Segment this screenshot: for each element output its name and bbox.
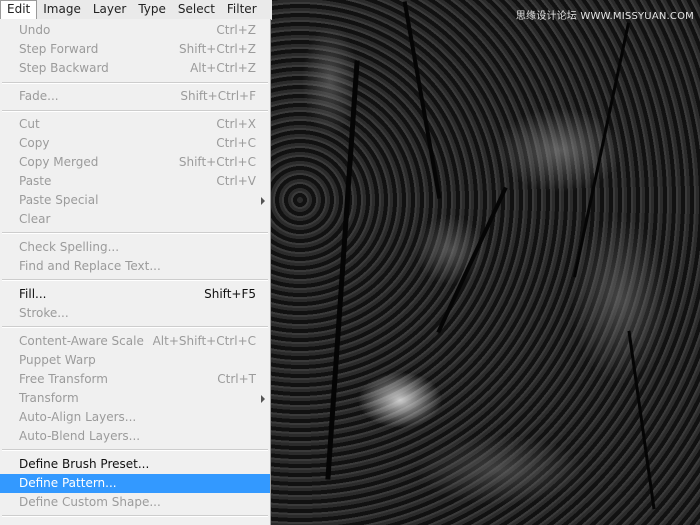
menu-item-label: Check Spelling... bbox=[19, 240, 120, 254]
menu-item-label: Transform bbox=[19, 391, 79, 405]
menu-item-label: Clear bbox=[19, 212, 51, 226]
menu-layer[interactable]: Layer bbox=[87, 0, 132, 19]
menu-item-shortcut: Shift+Ctrl+Z bbox=[179, 42, 256, 56]
menu-item-define-brush-preset[interactable]: Define Brush Preset... bbox=[0, 455, 270, 474]
texture-crack bbox=[402, 1, 442, 199]
menu-bar: Edit Image Layer Type Select Filter bbox=[0, 0, 272, 20]
menu-item-find-replace[interactable]: Find and Replace Text... bbox=[0, 257, 270, 276]
menu-separator bbox=[2, 110, 268, 112]
menu-image[interactable]: Image bbox=[37, 0, 87, 19]
menu-item-undo[interactable]: Undo Ctrl+Z bbox=[0, 21, 270, 40]
menu-separator bbox=[2, 279, 268, 281]
menu-separator bbox=[2, 82, 268, 84]
menu-select[interactable]: Select bbox=[172, 0, 221, 19]
menu-item-shortcut: Alt+Ctrl+Z bbox=[190, 61, 256, 75]
menu-item-step-forward[interactable]: Step Forward Shift+Ctrl+Z bbox=[0, 40, 270, 59]
menu-item-shortcut: Shift+F5 bbox=[204, 287, 256, 301]
menu-item-label: Undo bbox=[19, 23, 51, 37]
menu-item-label: Copy bbox=[19, 136, 50, 150]
watermark: 思缘设计论坛 WWW.MISSYUAN.COM bbox=[515, 11, 694, 22]
menu-item-fade[interactable]: Fade... Shift+Ctrl+F bbox=[0, 87, 270, 106]
menu-item-label: Step Backward bbox=[19, 61, 109, 75]
menu-item-cut[interactable]: Cut Ctrl+X bbox=[0, 115, 270, 134]
menu-item-stroke[interactable]: Stroke... bbox=[0, 304, 270, 323]
menu-item-label: Puppet Warp bbox=[19, 353, 96, 367]
menu-item-clear[interactable]: Clear bbox=[0, 210, 270, 229]
menu-item-label: Define Custom Shape... bbox=[19, 495, 161, 509]
menu-item-label: Define Brush Preset... bbox=[19, 457, 150, 471]
menu-item-label: Fade... bbox=[19, 89, 59, 103]
menu-separator bbox=[2, 326, 268, 328]
menu-item-check-spelling[interactable]: Check Spelling... bbox=[0, 238, 270, 257]
menu-item-shortcut: Alt+Shift+Ctrl+C bbox=[152, 334, 256, 348]
menu-item-label: Content-Aware Scale bbox=[19, 334, 144, 348]
menu-item-label: Fill... bbox=[19, 287, 47, 301]
menu-item-content-aware-scale[interactable]: Content-Aware Scale Alt+Shift+Ctrl+C bbox=[0, 332, 270, 351]
menu-item-free-transform[interactable]: Free Transform Ctrl+T bbox=[0, 370, 270, 389]
menu-item-shortcut: Ctrl+C bbox=[216, 136, 256, 150]
menu-item-label: Paste bbox=[19, 174, 52, 188]
submenu-arrow-icon bbox=[261, 395, 265, 403]
texture-crack bbox=[436, 186, 508, 334]
menu-filter[interactable]: Filter bbox=[221, 0, 263, 19]
menu-item-auto-align-layers[interactable]: Auto-Align Layers... bbox=[0, 408, 270, 427]
edit-dropdown-menu: Undo Ctrl+Z Step Forward Shift+Ctrl+Z St… bbox=[0, 19, 271, 525]
menu-item-shortcut: Ctrl+V bbox=[216, 174, 256, 188]
menu-item-shortcut: Ctrl+Z bbox=[216, 23, 256, 37]
menu-item-shortcut: Shift+Ctrl+F bbox=[180, 89, 256, 103]
menu-item-copy[interactable]: Copy Ctrl+C bbox=[0, 134, 270, 153]
menu-item-shortcut: Ctrl+X bbox=[216, 117, 256, 131]
menu-separator bbox=[2, 449, 268, 451]
menu-item-copy-merged[interactable]: Copy Merged Shift+Ctrl+C bbox=[0, 153, 270, 172]
menu-item-label: Auto-Align Layers... bbox=[19, 410, 137, 424]
menu-item-label: Cut bbox=[19, 117, 40, 131]
menu-item-label: Step Forward bbox=[19, 42, 99, 56]
menu-item-label: Free Transform bbox=[19, 372, 108, 386]
menu-item-transform[interactable]: Transform bbox=[0, 389, 270, 408]
texture-crack bbox=[325, 60, 360, 480]
menu-item-paste-special[interactable]: Paste Special bbox=[0, 191, 270, 210]
menu-separator bbox=[2, 515, 268, 517]
submenu-arrow-icon bbox=[261, 197, 265, 205]
texture-crack bbox=[573, 22, 630, 278]
menu-item-shortcut: Shift+Ctrl+C bbox=[178, 155, 256, 169]
menu-item-define-custom-shape[interactable]: Define Custom Shape... bbox=[0, 493, 270, 512]
menu-item-paste[interactable]: Paste Ctrl+V bbox=[0, 172, 270, 191]
menu-item-define-pattern[interactable]: Define Pattern... bbox=[0, 474, 270, 493]
menu-item-label: Stroke... bbox=[19, 306, 69, 320]
menu-item-label: Define Pattern... bbox=[19, 476, 117, 490]
menu-type[interactable]: Type bbox=[132, 0, 172, 19]
menu-edit[interactable]: Edit bbox=[0, 0, 38, 19]
menu-item-label: Find and Replace Text... bbox=[19, 259, 161, 273]
texture-crack bbox=[627, 330, 656, 510]
menu-item-label: Paste Special bbox=[19, 193, 99, 207]
menu-item-label: Auto-Blend Layers... bbox=[19, 429, 141, 443]
menu-item-auto-blend-layers[interactable]: Auto-Blend Layers... bbox=[0, 427, 270, 446]
menu-item-fill[interactable]: Fill... Shift+F5 bbox=[0, 285, 270, 304]
menu-item-step-backward[interactable]: Step Backward Alt+Ctrl+Z bbox=[0, 59, 270, 78]
menu-item-puppet-warp[interactable]: Puppet Warp bbox=[0, 351, 270, 370]
menu-item-label: Copy Merged bbox=[19, 155, 99, 169]
menu-item-shortcut: Ctrl+T bbox=[217, 372, 256, 386]
menu-separator bbox=[2, 232, 268, 234]
